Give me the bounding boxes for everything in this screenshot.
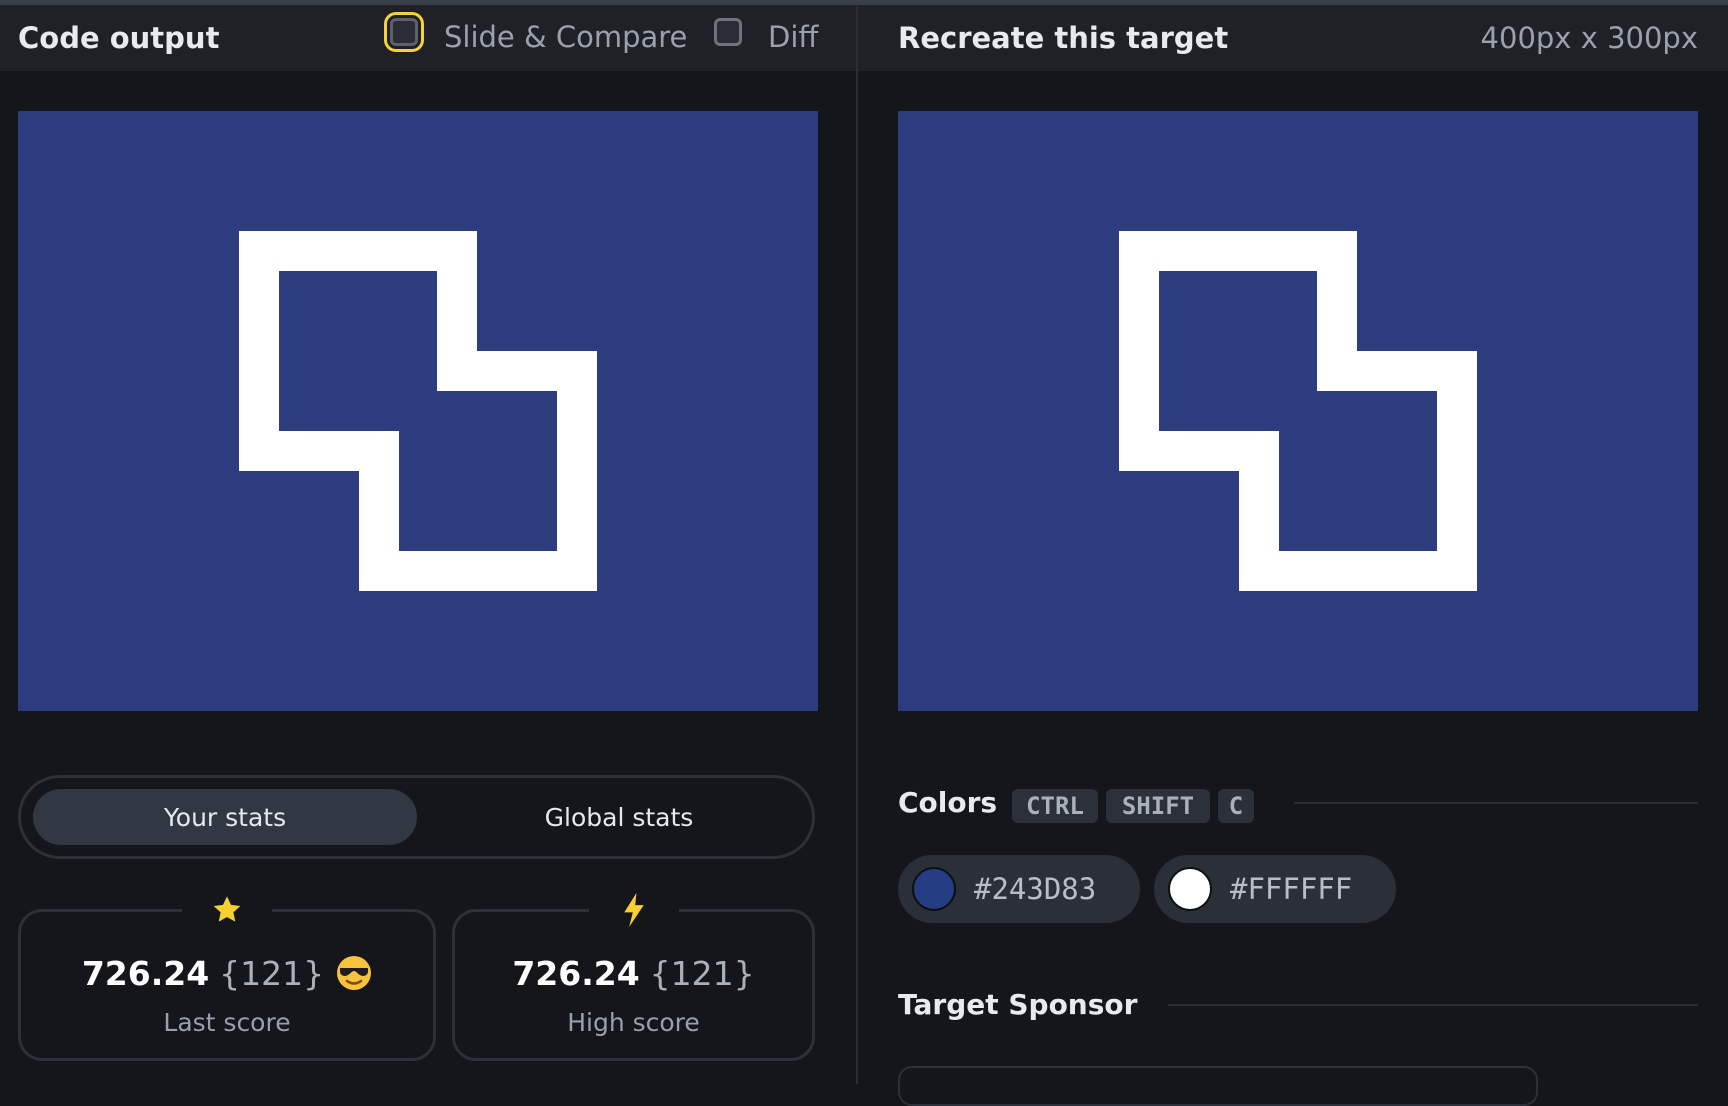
swatch-dot-white xyxy=(1168,867,1212,911)
sponsor-divider xyxy=(1168,1004,1698,1006)
swatch-hex-white: #FFFFFF xyxy=(1230,872,1353,906)
code-output-canvas[interactable] xyxy=(18,111,818,711)
code-output-title: Code output xyxy=(18,21,220,55)
last-score-card: 726.24 {121} Last score xyxy=(18,888,436,1061)
high-score-label: High score xyxy=(567,1008,700,1037)
lightning-icon xyxy=(588,888,679,932)
colors-divider xyxy=(1294,802,1698,804)
shortcut-key-c: C xyxy=(1218,789,1254,823)
star-icon xyxy=(182,888,272,932)
stats-toggle: Your stats Global stats xyxy=(18,775,815,859)
slide-compare-checkbox[interactable] xyxy=(384,12,424,52)
shortcut-key-shift: SHIFT xyxy=(1106,789,1210,823)
last-score-value: 726.24 xyxy=(81,954,210,993)
target-shape xyxy=(1119,231,1477,591)
target-canvas xyxy=(898,111,1698,711)
diff-label[interactable]: Diff xyxy=(768,20,818,54)
swatch-dot-blue xyxy=(912,867,956,911)
slide-compare-label[interactable]: Slide & Compare xyxy=(444,20,687,54)
tab-your-stats[interactable]: Your stats xyxy=(33,789,417,845)
shortcut-key-ctrl: CTRL xyxy=(1012,789,1098,823)
last-score-chars: {121} xyxy=(219,954,325,993)
last-score-label: Last score xyxy=(163,1008,291,1037)
output-shape xyxy=(239,231,597,591)
color-swatch-blue[interactable]: #243D83 xyxy=(898,855,1140,923)
sponsor-card[interactable] xyxy=(898,1066,1538,1106)
colors-title: Colors xyxy=(898,786,998,819)
target-dimensions: 400px x 300px xyxy=(1480,21,1698,55)
target-header: Recreate this target 400px x 300px xyxy=(858,5,1728,71)
high-score-chars: {121} xyxy=(649,954,755,993)
color-swatch-white[interactable]: #FFFFFF xyxy=(1154,855,1396,923)
target-sponsor-title: Target Sponsor xyxy=(898,988,1138,1021)
sunglasses-emoji-icon xyxy=(336,955,372,999)
swatch-hex-blue: #243D83 xyxy=(974,872,1097,906)
high-score-card: 726.24 {121} High score xyxy=(452,888,815,1061)
tab-global-stats[interactable]: Global stats xyxy=(433,789,805,845)
high-score-value: 726.24 xyxy=(512,954,640,993)
diff-checkbox[interactable] xyxy=(714,18,742,46)
target-title: Recreate this target xyxy=(898,21,1229,55)
pane-divider xyxy=(856,5,858,1084)
